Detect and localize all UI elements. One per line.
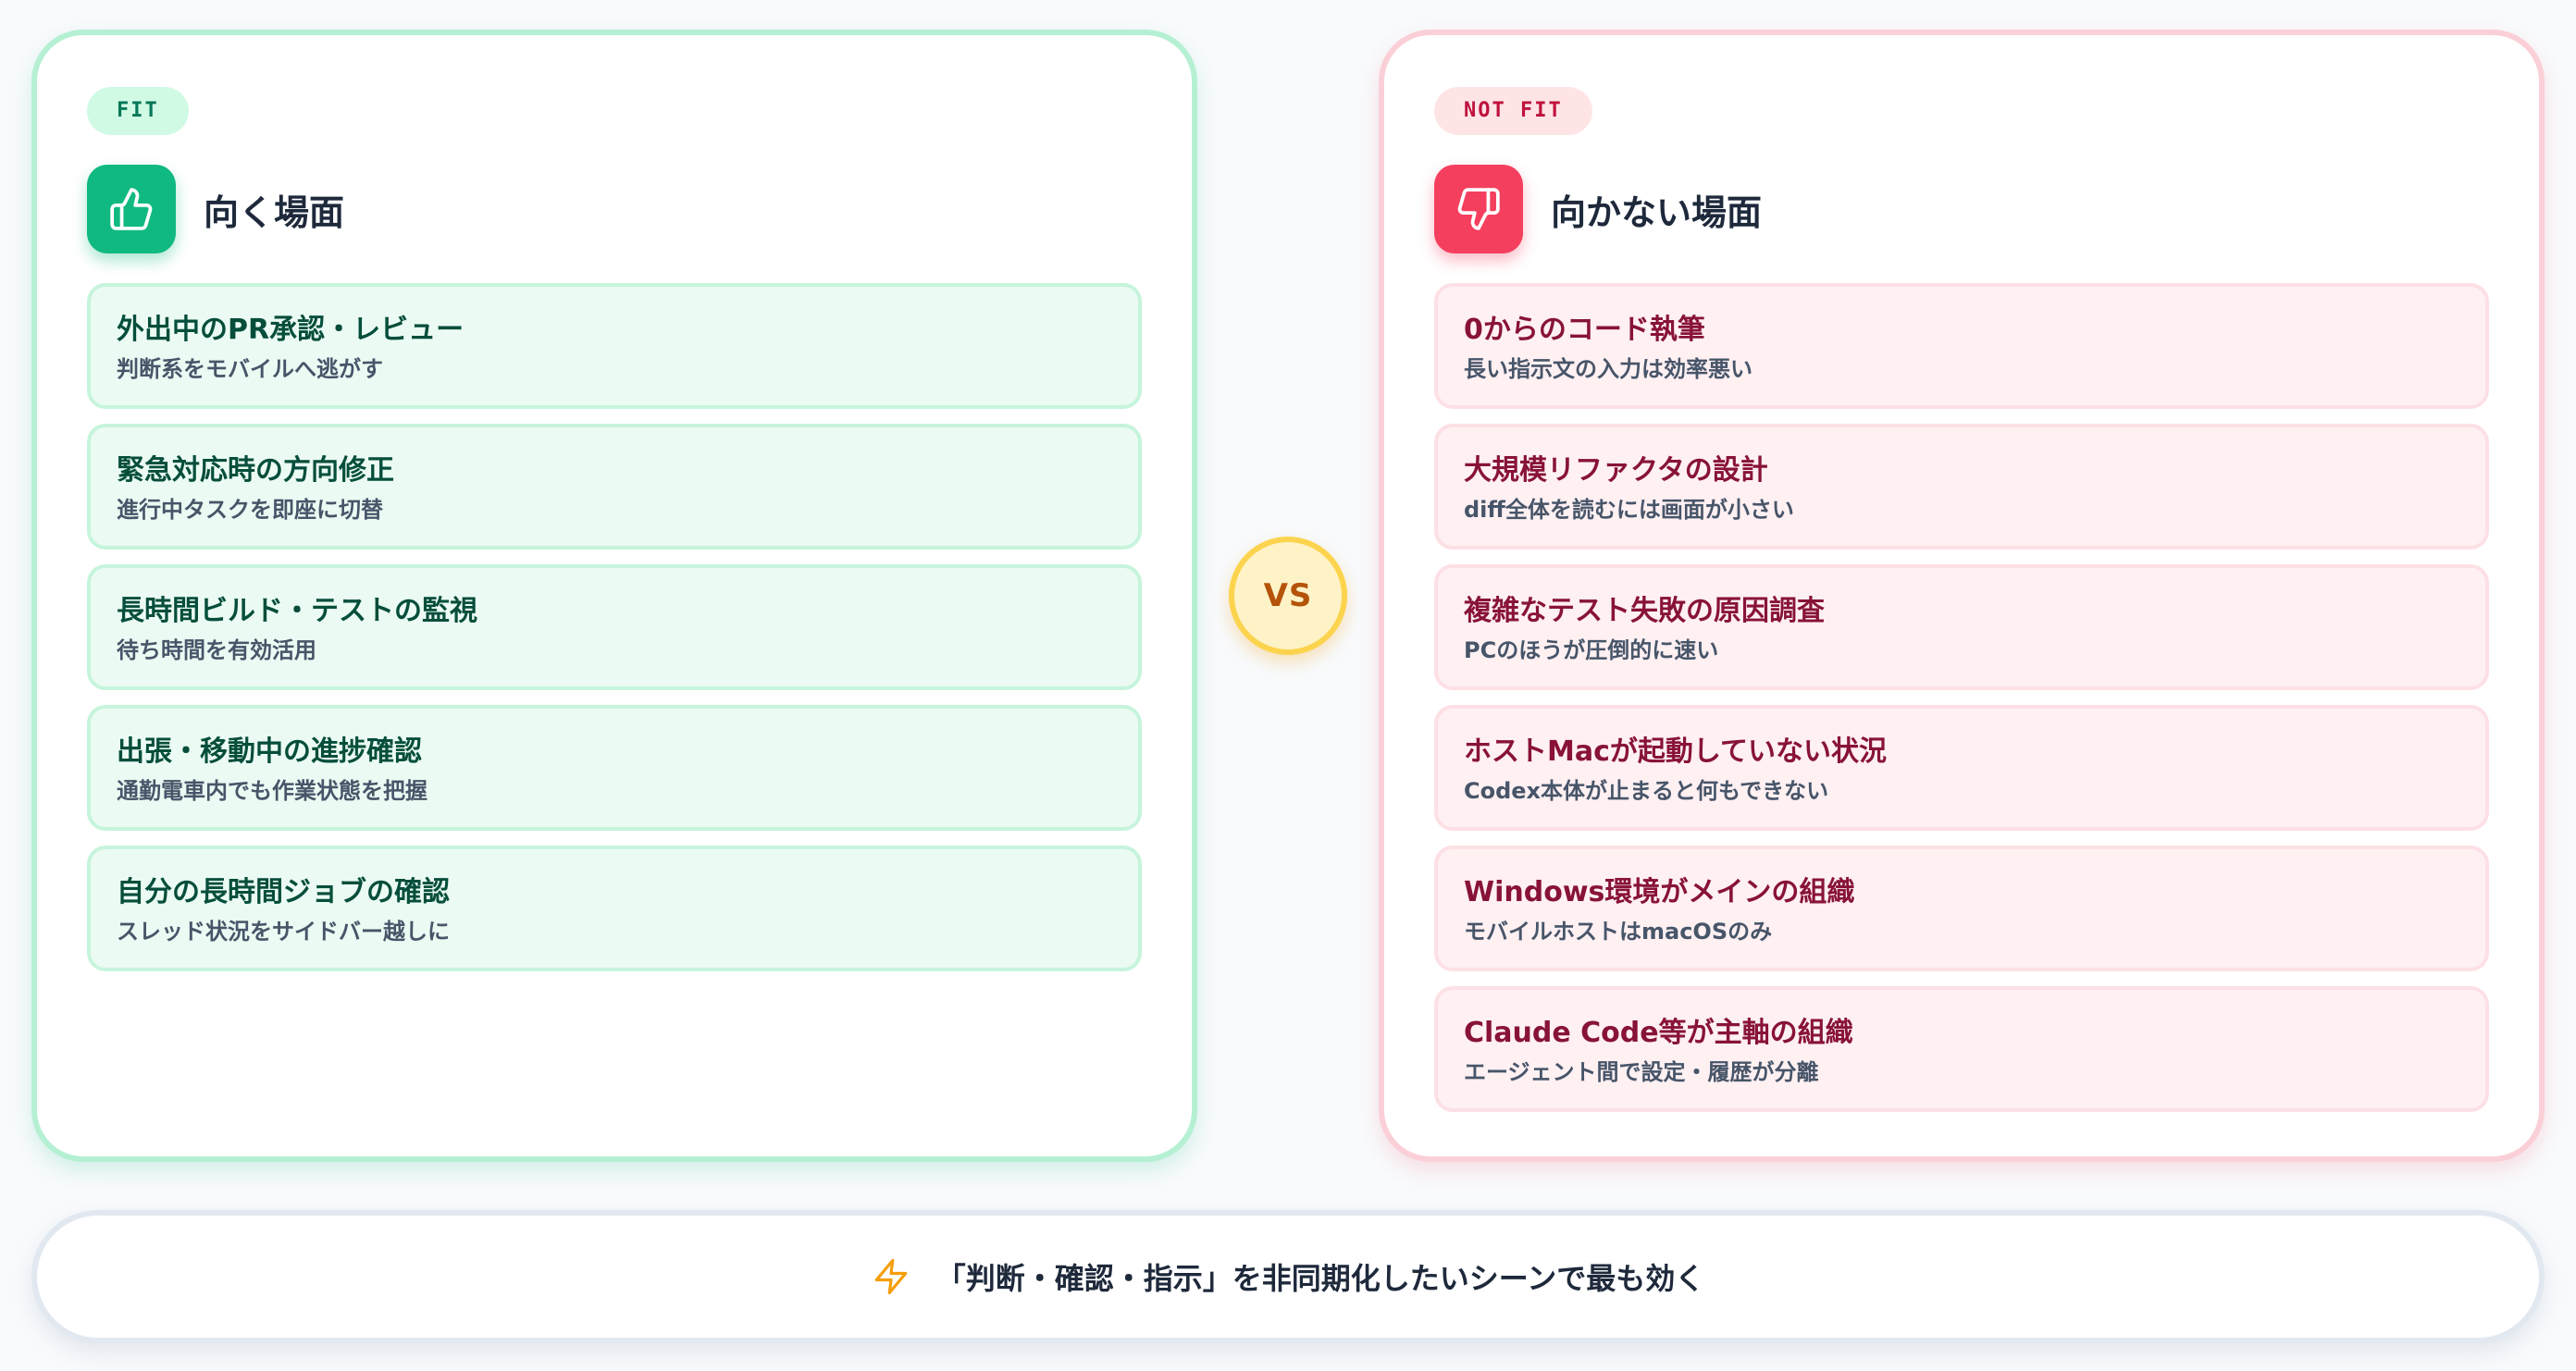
- fit-item-sub: スレッド状況をサイドバー越しに: [117, 919, 450, 945]
- notfit-item-sub: エージェント間で設定・履歴が分離: [1464, 1059, 1819, 1085]
- notfit-item-title: Claude Code等が主軸の組織: [1464, 1017, 1853, 1049]
- vs-badge: VS: [1229, 537, 1347, 655]
- fit-title: 向く場面: [204, 191, 345, 233]
- notfit-header: 向かない場面: [1434, 165, 2489, 253]
- fit-list: 外出中のPR承認・レビュー 判断系をモバイルへ逃がす 緊急対応時の方向修正 進行…: [87, 283, 1142, 986]
- fit-item: 外出中のPR承認・レビュー 判断系をモバイルへ逃がす: [87, 283, 1142, 409]
- notfit-item: Claude Code等が主軸の組織 エージェント間で設定・履歴が分離: [1434, 986, 2489, 1112]
- notfit-list: 0からのコード執筆 長い指示文の入力は効率悪い 大規模リファクタの設計 diff…: [1434, 283, 2489, 1127]
- fit-header: 向く場面: [87, 165, 1142, 253]
- notfit-item-title: 0からのコード執筆: [1464, 314, 1705, 346]
- fit-item-sub: 判断系をモバイルへ逃がす: [117, 356, 383, 382]
- notfit-item: Windows環境がメインの組織 モバイルホストはmacOSのみ: [1434, 846, 2489, 971]
- fit-item-title: 長時間ビルド・テストの監視: [117, 595, 477, 627]
- fit-item: 出張・移動中の進捗確認 通勤電車内でも作業状態を把握: [87, 705, 1142, 831]
- notfit-item: 大規模リファクタの設計 diff全体を読むには画面が小さい: [1434, 424, 2489, 550]
- notfit-item-title: Windows環境がメインの組織: [1464, 876, 1855, 908]
- notfit-panel: NOT FIT 向かない場面 0からのコード執筆 長い指示文の入力は効率悪い 大…: [1379, 30, 2545, 1162]
- comparison-page: FIT 向く場面 外出中のPR承認・レビュー 判断系をモバイルへ逃がす 緊急対応…: [0, 0, 2576, 1371]
- notfit-item-title: ホストMacが起動していない状況: [1464, 735, 1887, 768]
- fit-item-title: 出張・移動中の進捗確認: [117, 735, 422, 768]
- fit-item-title: 外出中のPR承認・レビュー: [117, 314, 464, 346]
- summary-bar: 「判断・確認・指示」を非同期化したいシーンで最も効く: [31, 1210, 2545, 1343]
- thumbs-up-icon: [87, 165, 176, 253]
- fit-item-sub: 待ち時間を有効活用: [117, 637, 316, 663]
- notfit-title: 向かない場面: [1551, 191, 1763, 233]
- fit-panel: FIT 向く場面 外出中のPR承認・レビュー 判断系をモバイルへ逃がす 緊急対応…: [31, 30, 1197, 1162]
- notfit-item-sub: diff全体を読むには画面が小さい: [1464, 497, 1794, 523]
- notfit-item-sub: モバイルホストはmacOSのみ: [1464, 919, 1773, 945]
- fit-item: 緊急対応時の方向修正 進行中タスクを即座に切替: [87, 424, 1142, 550]
- notfit-item: 複雑なテスト失敗の原因調査 PCのほうが圧倒的に速い: [1434, 564, 2489, 690]
- notfit-item-sub: Codex本体が止まると何もできない: [1464, 778, 1829, 804]
- notfit-item-title: 複雑なテスト失敗の原因調査: [1464, 595, 1825, 627]
- notfit-item-title: 大規模リファクタの設計: [1464, 454, 1768, 487]
- fit-item: 自分の長時間ジョブの確認 スレッド状況をサイドバー越しに: [87, 846, 1142, 971]
- fit-tag: FIT: [87, 87, 189, 135]
- thumbs-down-icon: [1434, 165, 1523, 253]
- notfit-tag: NOT FIT: [1434, 87, 1592, 135]
- summary-text: 「判断・確認・指示」を非同期化したいシーンで最も効く: [935, 1261, 1705, 1296]
- notfit-item: ホストMacが起動していない状況 Codex本体が止まると何もできない: [1434, 705, 2489, 831]
- lightning-icon: [874, 1258, 908, 1295]
- fit-item-title: 緊急対応時の方向修正: [117, 454, 394, 487]
- fit-item-sub: 通勤電車内でも作業状態を把握: [117, 778, 427, 804]
- fit-item-sub: 進行中タスクを即座に切替: [117, 497, 383, 523]
- fit-item: 長時間ビルド・テストの監視 待ち時間を有効活用: [87, 564, 1142, 690]
- fit-item-title: 自分の長時間ジョブの確認: [117, 876, 450, 908]
- notfit-item-sub: PCのほうが圧倒的に速い: [1464, 637, 1719, 663]
- notfit-item-sub: 長い指示文の入力は効率悪い: [1464, 356, 1752, 382]
- notfit-item: 0からのコード執筆 長い指示文の入力は効率悪い: [1434, 283, 2489, 409]
